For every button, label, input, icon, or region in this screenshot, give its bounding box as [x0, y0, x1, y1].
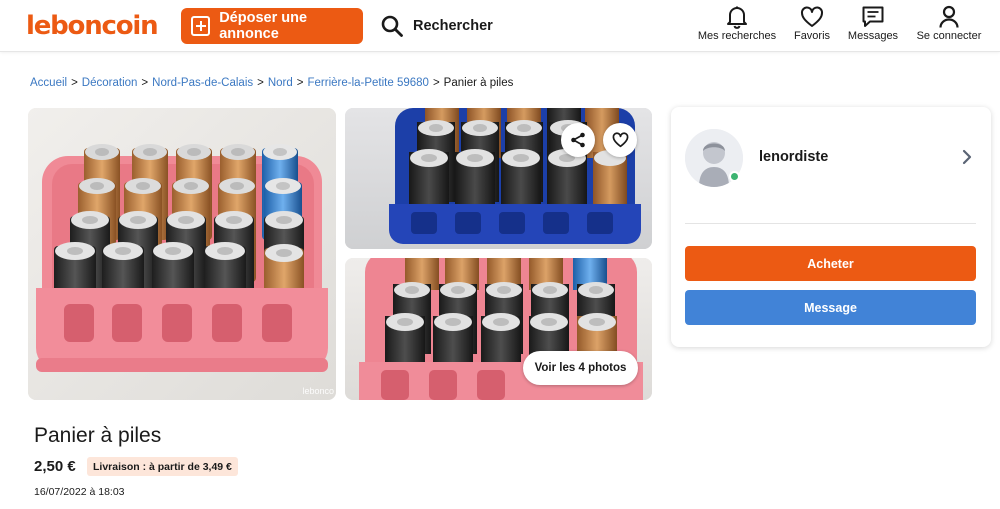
battery-basket-illustration — [28, 108, 336, 400]
see-all-photos-button[interactable]: Voir les 4 photos — [523, 351, 638, 385]
share-button[interactable] — [561, 123, 595, 157]
search-label: Rechercher — [413, 18, 493, 34]
leboncoin-logo[interactable]: leboncoin — [26, 8, 159, 44]
bell-icon — [727, 6, 747, 29]
breadcrumb-region[interactable]: Nord-Pas-de-Calais — [152, 77, 253, 89]
ad-title: Panier à piles — [34, 424, 162, 447]
nav-my-searches-label: Mes recherches — [697, 30, 777, 42]
heart-icon — [801, 6, 823, 27]
share-icon — [571, 132, 585, 148]
heart-icon — [612, 132, 628, 148]
deposit-ad-button[interactable]: Déposer une annonce — [181, 8, 363, 44]
breadcrumb-separator: > — [296, 77, 304, 89]
search-icon — [381, 15, 403, 37]
message-button[interactable]: Message — [685, 290, 976, 325]
favorite-button[interactable] — [603, 123, 637, 157]
card-divider — [685, 223, 976, 224]
seller-card: lenordiste Acheter Message — [671, 107, 991, 347]
seller-name[interactable]: lenordiste — [759, 149, 828, 165]
breadcrumb-category[interactable]: Décoration — [82, 77, 138, 89]
buy-button[interactable]: Acheter — [685, 246, 976, 281]
breadcrumb-home[interactable]: Accueil — [30, 77, 67, 89]
breadcrumb: Accueil > Décoration > Nord-Pas-de-Calais >… — [30, 77, 513, 89]
plus-square-icon — [191, 16, 211, 36]
nav-messages[interactable]: Messages — [846, 4, 900, 46]
breadcrumb-department[interactable]: Nord — [268, 77, 293, 89]
breadcrumb-separator: > — [71, 77, 78, 89]
nav-login-label: Se connecter — [916, 30, 982, 42]
nav-favorites-label: Favoris — [793, 30, 831, 42]
nav-login[interactable]: Se connecter — [914, 4, 984, 46]
main-photo[interactable]: lebonco — [28, 108, 336, 400]
online-status-dot — [729, 171, 740, 182]
nav-my-searches[interactable]: Mes recherches — [697, 4, 777, 46]
ad-price: 2,50 € — [34, 458, 76, 475]
nav-favorites[interactable]: Favoris — [792, 4, 832, 46]
breadcrumb-current: Panier à piles — [443, 77, 514, 89]
delivery-badge: Livraison : à partir de 3,49 € — [87, 457, 238, 476]
user-icon — [939, 5, 959, 28]
message-icon — [862, 6, 884, 27]
search-button[interactable]: Rechercher — [380, 12, 493, 40]
breadcrumb-separator: > — [432, 77, 440, 89]
top-header: leboncoin Déposer une annonce Rechercher… — [0, 0, 1000, 52]
chevron-right-icon[interactable] — [961, 149, 973, 165]
nav-messages-label: Messages — [847, 30, 899, 42]
photo-watermark: lebonco — [302, 386, 334, 396]
ad-date: 16/07/2022 à 18:03 — [34, 486, 125, 498]
breadcrumb-city[interactable]: Ferrière-la-Petite 59680 — [308, 77, 429, 89]
breadcrumb-separator: > — [257, 77, 264, 89]
breadcrumb-separator: > — [141, 77, 149, 89]
deposit-ad-label: Déposer une annonce — [219, 10, 308, 42]
